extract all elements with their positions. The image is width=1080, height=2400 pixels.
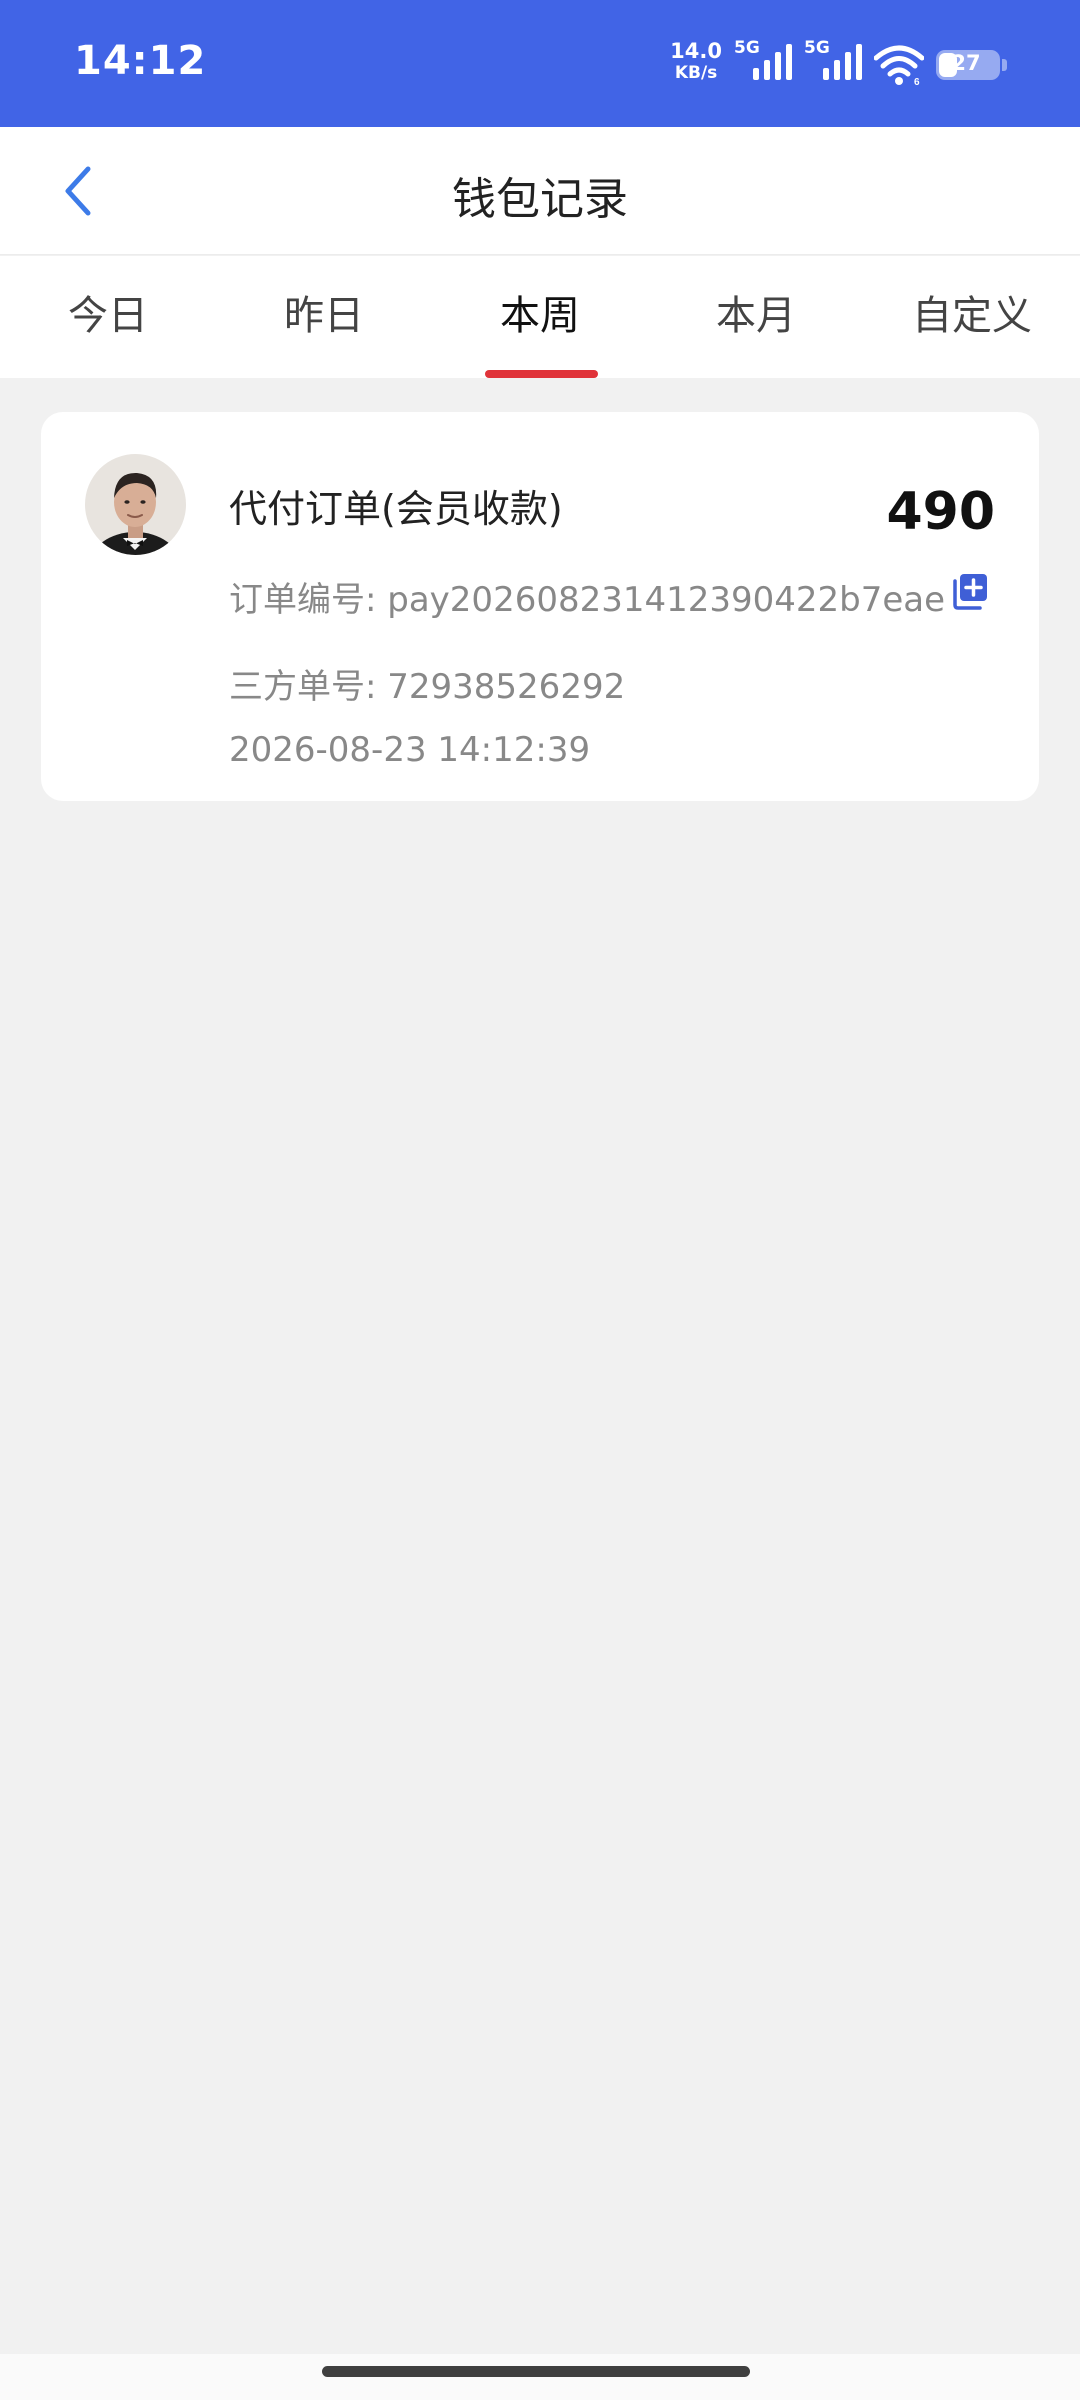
tab-yesterday[interactable]: 昨日 bbox=[216, 256, 432, 378]
record-title: 代付订单(会员收款) bbox=[229, 487, 563, 531]
home-indicator[interactable] bbox=[322, 2366, 750, 2377]
signal-sim2-icon: 5G bbox=[804, 36, 862, 86]
battery-level: 27 bbox=[951, 51, 981, 75]
status-bar: 14:12 14.0 KB/s 5G 5G 6 27 bbox=[0, 0, 1080, 127]
date-filter-tabs: 今日 昨日 本周 本月 自定义 bbox=[0, 256, 1080, 378]
top-nav-bar: 钱包记录 bbox=[0, 127, 1080, 255]
network-speed: 14.0 KB/s bbox=[670, 40, 722, 84]
status-icons: 14.0 KB/s 5G 5G 6 27 bbox=[670, 36, 1007, 92]
wifi-icon: 6 bbox=[874, 45, 924, 86]
record-time: 2026-08-23 14:12:39 bbox=[229, 730, 591, 770]
tab-this-week[interactable]: 本周 bbox=[432, 256, 648, 378]
battery-icon: 27 bbox=[936, 50, 1007, 80]
gesture-bar-area bbox=[0, 2354, 1080, 2400]
signal-sim1-icon: 5G bbox=[734, 36, 792, 86]
network-speed-value: 14.0 bbox=[670, 39, 722, 63]
tab-custom[interactable]: 自定义 bbox=[864, 256, 1080, 378]
order-number: 订单编号: pay202608231412390422b7eae bbox=[229, 580, 946, 620]
tab-this-month[interactable]: 本月 bbox=[648, 256, 864, 378]
record-amount: 490 bbox=[886, 482, 995, 542]
network-speed-unit: KB/s bbox=[674, 63, 718, 83]
wallet-record-card[interactable]: 代付订单(会员收款) 490 订单编号: pay2026082314123904… bbox=[41, 412, 1039, 801]
svg-text:6: 6 bbox=[914, 77, 920, 86]
third-party-order-number: 三方单号: 72938526292 bbox=[229, 667, 626, 707]
tab-today[interactable]: 今日 bbox=[0, 256, 216, 378]
status-time: 14:12 bbox=[74, 38, 207, 84]
avatar bbox=[85, 454, 186, 555]
active-tab-indicator bbox=[485, 370, 598, 378]
copy-icon[interactable] bbox=[951, 572, 989, 610]
page-title: 钱包记录 bbox=[452, 174, 628, 225]
